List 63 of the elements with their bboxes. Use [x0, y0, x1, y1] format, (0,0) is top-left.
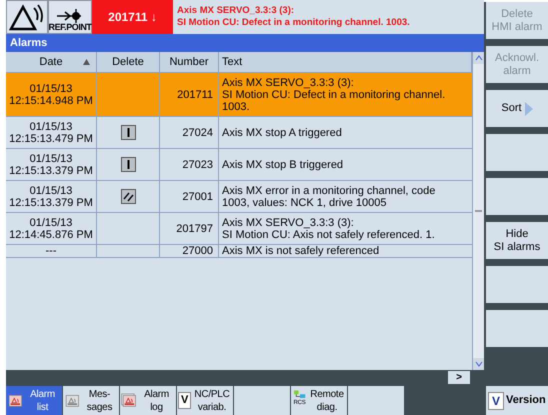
- softkey[interactable]: [348, 386, 404, 415]
- alarm-text-cell-text: Axis MX error in a monitoring channel, code 1003, values: NCK 1, drive 10005: [221, 184, 436, 210]
- alarm-text-cell-text: Axis MX stop B triggered: [221, 158, 344, 172]
- alarm-text-cell-text: Axis MX stop A triggered: [221, 126, 343, 140]
- date-cell: ---: [46, 245, 56, 257]
- scroll-right-button[interactable]: >: [448, 371, 470, 384]
- softkey[interactable]: [234, 386, 290, 415]
- alarm-row[interactable]: 01/15/13 12:15:13.379 PM 27023 Axis MX stop B triggered: [6, 149, 472, 181]
- date-cell: 01/15/13: [30, 152, 72, 164]
- date-cell: 01/15/13: [30, 82, 72, 94]
- date-cell: 01/15/13: [30, 184, 72, 196]
- alarm-row[interactable]: 01/15/13 12:15:14.948 PM 201711 Axis MX SERVO_3.3:3 (3): SI Motion CU: Defect in a monitoring channel. 1003.: [6, 73, 472, 117]
- alarm-list-icon: [7, 392, 23, 408]
- softkey[interactable]: Alarm log: [120, 386, 176, 415]
- bar-icon: [120, 157, 136, 172]
- date-cell: 01/15/13: [30, 216, 72, 228]
- scroll-thumb[interactable]: [475, 210, 482, 212]
- time-cell: 12:15:13.479 PM: [9, 132, 93, 144]
- alarm-number-cell: 27000: [160, 245, 219, 257]
- softkey[interactable]: Sort: [486, 90, 548, 127]
- alarm-row[interactable]: --- 27000 Axis MX is not safely referenced: [6, 245, 472, 258]
- alarm-number-cell: 201797: [160, 213, 219, 244]
- scroll-down-icon[interactable]: [473, 358, 484, 370]
- vertical-scrollbar[interactable]: [472, 52, 484, 370]
- ref-point-label: REF.POINT: [48, 23, 92, 32]
- alarm-row[interactable]: 01/15/13 12:15:13.379 PM 27001 Axis MX error in a monitoring channel, code 1003, values: NCK 1, drive 10005: [6, 181, 472, 213]
- messages-icon: [64, 392, 80, 408]
- alarm-number-cell: 201711: [160, 73, 219, 116]
- alarm-number-cell: 27024: [160, 117, 219, 148]
- alarm-text-cell-text: Axis MX is not safely referenced: [221, 245, 380, 257]
- double-slash-icon: [120, 189, 136, 204]
- version-icon: V: [488, 392, 504, 410]
- time-cell: 12:15:13.379 PM: [9, 164, 93, 176]
- alarm-message-line: SI Motion CU: Defect in a monitoring channel. 1003.: [177, 17, 411, 29]
- column-header[interactable]: Delete: [97, 52, 160, 72]
- softkey[interactable]: [486, 266, 548, 303]
- version-button[interactable]: V Version: [486, 386, 548, 415]
- softkey[interactable]: [486, 178, 548, 215]
- date-cell: 01/15/13: [30, 120, 72, 132]
- variable-icon: V: [178, 392, 191, 409]
- alarm-row[interactable]: 01/15/13 12:14:45.876 PM 201797 Axis MX SERVO_3.3:3 (3): SI Motion CU: Axis not safely referenced. 1.: [6, 213, 472, 245]
- time-cell: 12:14:45.876 PM: [9, 228, 93, 240]
- alarm-text-cell-text: Axis MX SERVO_3.3:3 (3): SI Motion CU: Axis not safely referenced. 1.: [221, 216, 436, 242]
- softkey[interactable]: Hide SI alarms: [486, 222, 548, 259]
- column-header[interactable]: Date: [6, 52, 97, 72]
- right-triangle-icon: [524, 102, 533, 116]
- panel-title: Alarms: [6, 34, 484, 52]
- alarm-message-line: Axis MX SERVO_3.3:3 (3):: [177, 5, 296, 17]
- alarm-number-cell: 27001: [160, 181, 219, 212]
- bar-icon: [120, 125, 136, 140]
- column-header[interactable]: Number: [160, 52, 219, 72]
- alarm-number-cell: 27023: [160, 149, 219, 180]
- alarm-text-cell-text: Axis MX SERVO_3.3:3 (3): SI Motion CU: Defect in a monitoring channel. 1003.: [221, 76, 446, 114]
- softkey[interactable]: [486, 310, 548, 347]
- alarm-row[interactable]: 01/15/13 12:15:13.479 PM 27024 Axis MX stop A triggered: [6, 117, 472, 149]
- softkey[interactable]: Alarm list: [6, 386, 62, 415]
- time-cell: 12:15:14.948 PM: [9, 94, 93, 106]
- alarm-log-icon: [121, 392, 137, 408]
- softkey[interactable]: [486, 134, 548, 171]
- scroll-up-icon[interactable]: [473, 52, 484, 64]
- time-cell: 12:15:13.379 PM: [9, 196, 93, 208]
- active-alarm-number: 201711 ↓: [92, 0, 173, 34]
- softkey[interactable]: Mes- sages: [63, 386, 119, 415]
